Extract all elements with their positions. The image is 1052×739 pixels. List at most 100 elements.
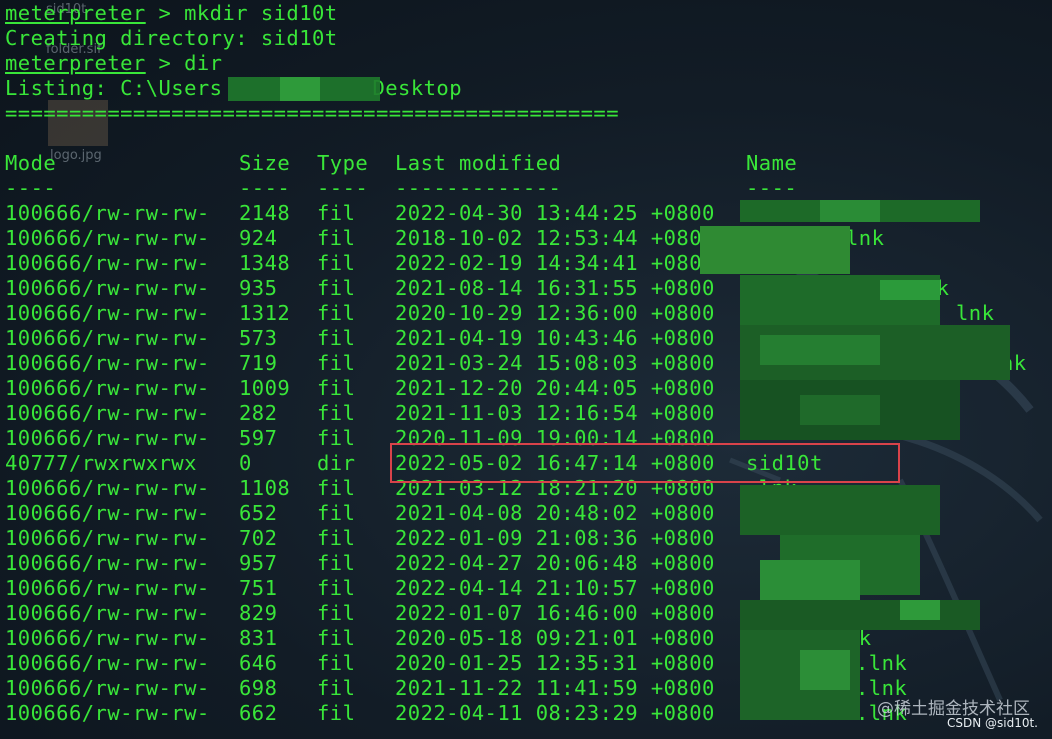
command-text: > mkdir sid10t [145, 1, 338, 25]
header-size: Size [239, 151, 291, 175]
command-line-mkdir: meterpreter > mkdir sid10t [5, 1, 338, 26]
cell-mode: 100666/rw-rw-rw- [5, 476, 210, 500]
cell-size: 935 [239, 276, 278, 300]
table-header: Mode Size Type Last modified Name [5, 151, 1005, 176]
cell-size: 1009 [239, 376, 291, 400]
dash-type: ---- [317, 176, 369, 200]
cell-size: 662 [239, 701, 278, 725]
cell-mode: 100666/rw-rw-rw- [5, 326, 210, 350]
dash-mode: ---- [5, 176, 57, 200]
cell-modified: 2021-04-08 20:48:02 +0800 [395, 501, 715, 525]
cell-mode: 100666/rw-rw-rw- [5, 551, 210, 575]
cell-modified: 2022-04-11 08:23:29 +0800 [395, 701, 715, 725]
cell-type: fil [317, 476, 356, 500]
header-modified: Last modified [395, 151, 562, 175]
cell-type: dir [317, 451, 356, 475]
cell-type: fil [317, 226, 356, 250]
cell-mode: 100666/rw-rw-rw- [5, 651, 210, 675]
cell-type: fil [317, 551, 356, 575]
csdn-watermark: CSDN @sid10t. [946, 716, 1038, 730]
cell-type: fil [317, 701, 356, 725]
cell-mode: 100666/rw-rw-rw- [5, 251, 210, 275]
cell-size: 1312 [239, 301, 291, 325]
cell-mode: 100666/rw-rw-rw- [5, 401, 210, 425]
cell-name: lnk [846, 226, 885, 250]
cell-type: fil [317, 301, 356, 325]
cell-size: 829 [239, 601, 278, 625]
cell-type: fil [317, 526, 356, 550]
cell-size: 719 [239, 351, 278, 375]
cell-mode: 100666/rw-rw-rw- [5, 701, 210, 725]
cell-type: fil [317, 626, 356, 650]
separator-line: ========================================… [5, 101, 620, 125]
cell-modified: 2021-04-19 10:43:46 +0800 [395, 326, 715, 350]
cell-type: fil [317, 401, 356, 425]
prompt-label: meterpreter [5, 51, 146, 75]
cell-size: 573 [239, 326, 278, 350]
cell-modified: 2022-04-30 13:44:25 +0800 [395, 201, 715, 225]
cell-type: fil [317, 676, 356, 700]
cell-mode: 100666/rw-rw-rw- [5, 526, 210, 550]
cell-mode: 100666/rw-rw-rw- [5, 576, 210, 600]
cell-modified: 2018-10-02 12:53:44 +080 [395, 226, 703, 250]
cell-size: 751 [239, 576, 278, 600]
table-row: 100666/rw-rw-rw- 924 fil 2018-10-02 12:53:4… [5, 226, 1005, 251]
cell-size: 1348 [239, 251, 291, 275]
cell-mode: 100666/rw-rw-rw- [5, 426, 210, 450]
cell-type: fil [317, 576, 356, 600]
cell-modified: 2021-08-14 16:31:55 +0800 [395, 276, 715, 300]
prompt-label: meterpreter [5, 1, 146, 25]
header-name: Name [746, 151, 798, 175]
cell-size: 652 [239, 501, 278, 525]
cell-modified: 2022-04-14 21:10:57 +0800 [395, 576, 715, 600]
cell-type: fil [317, 326, 356, 350]
cell-size: 924 [239, 226, 278, 250]
command-line-dir: meterpreter > dir [5, 51, 222, 76]
cell-modified: 2022-01-07 16:46:00 +0800 [395, 601, 715, 625]
cell-mode: 100666/rw-rw-rw- [5, 301, 210, 325]
cell-size: 0 [239, 451, 252, 475]
cell-type: fil [317, 351, 356, 375]
cell-mode: 100666/rw-rw-rw- [5, 276, 210, 300]
highlight-box [390, 443, 900, 483]
cell-size: 1108 [239, 476, 291, 500]
cell-modified: 2022-01-09 21:08:36 +0800 [395, 526, 715, 550]
cell-mode: 100666/rw-rw-rw- [5, 201, 210, 225]
cell-modified: 2021-11-03 12:16:54 +0800 [395, 401, 715, 425]
cell-type: fil [317, 276, 356, 300]
cell-mode: 40777/rwxrwxrwx [5, 451, 197, 475]
cell-size: 597 [239, 426, 278, 450]
cell-size: 698 [239, 676, 278, 700]
cell-modified: 2022-04-27 20:06:48 +0800 [395, 551, 715, 575]
command-text: > dir [145, 51, 223, 75]
cell-type: fil [317, 376, 356, 400]
cell-type: fil [317, 601, 356, 625]
cell-name: .lnk [856, 651, 908, 675]
terminal-window[interactable]: sid10t folder.sif logo.jpg meterpreter >… [0, 0, 1052, 739]
dash-name: ---- [746, 176, 798, 200]
table-row: 100666/rw-rw-rw- 1348 fil 2022-02-19 14:34:… [5, 251, 1005, 276]
cell-modified: 2020-10-29 12:36:00 +0800 [395, 301, 715, 325]
header-type: Type [317, 151, 369, 175]
cell-size: 2148 [239, 201, 291, 225]
cell-modified: 2021-12-20 20:44:05 +0800 [395, 376, 715, 400]
cell-mode: 100666/rw-rw-rw- [5, 376, 210, 400]
cell-size: 831 [239, 626, 278, 650]
listing-suffix: Desktop [372, 76, 463, 100]
cell-mode: 100666/rw-rw-rw- [5, 351, 210, 375]
cell-size: 282 [239, 401, 278, 425]
cell-name: lnk [956, 301, 995, 325]
cell-size: 957 [239, 551, 278, 575]
dash-modified: ------------- [395, 176, 562, 200]
cell-mode: 100666/rw-rw-rw- [5, 226, 210, 250]
dash-size: ---- [239, 176, 291, 200]
table-header-dashes: ---- ---- ---- ------------- ---- [5, 176, 1005, 201]
cell-modified: 2022-02-19 14:34:41 +080 [395, 251, 703, 275]
output-line: Creating directory: sid10t [5, 26, 338, 50]
listing-prefix: Listing: C:\Users [5, 76, 223, 100]
cell-mode: 100666/rw-rw-rw- [5, 501, 210, 525]
cell-modified: 2020-01-25 12:35:31 +0800 [395, 651, 715, 675]
cell-size: 702 [239, 526, 278, 550]
cell-mode: 100666/rw-rw-rw- [5, 676, 210, 700]
cell-type: fil [317, 201, 356, 225]
